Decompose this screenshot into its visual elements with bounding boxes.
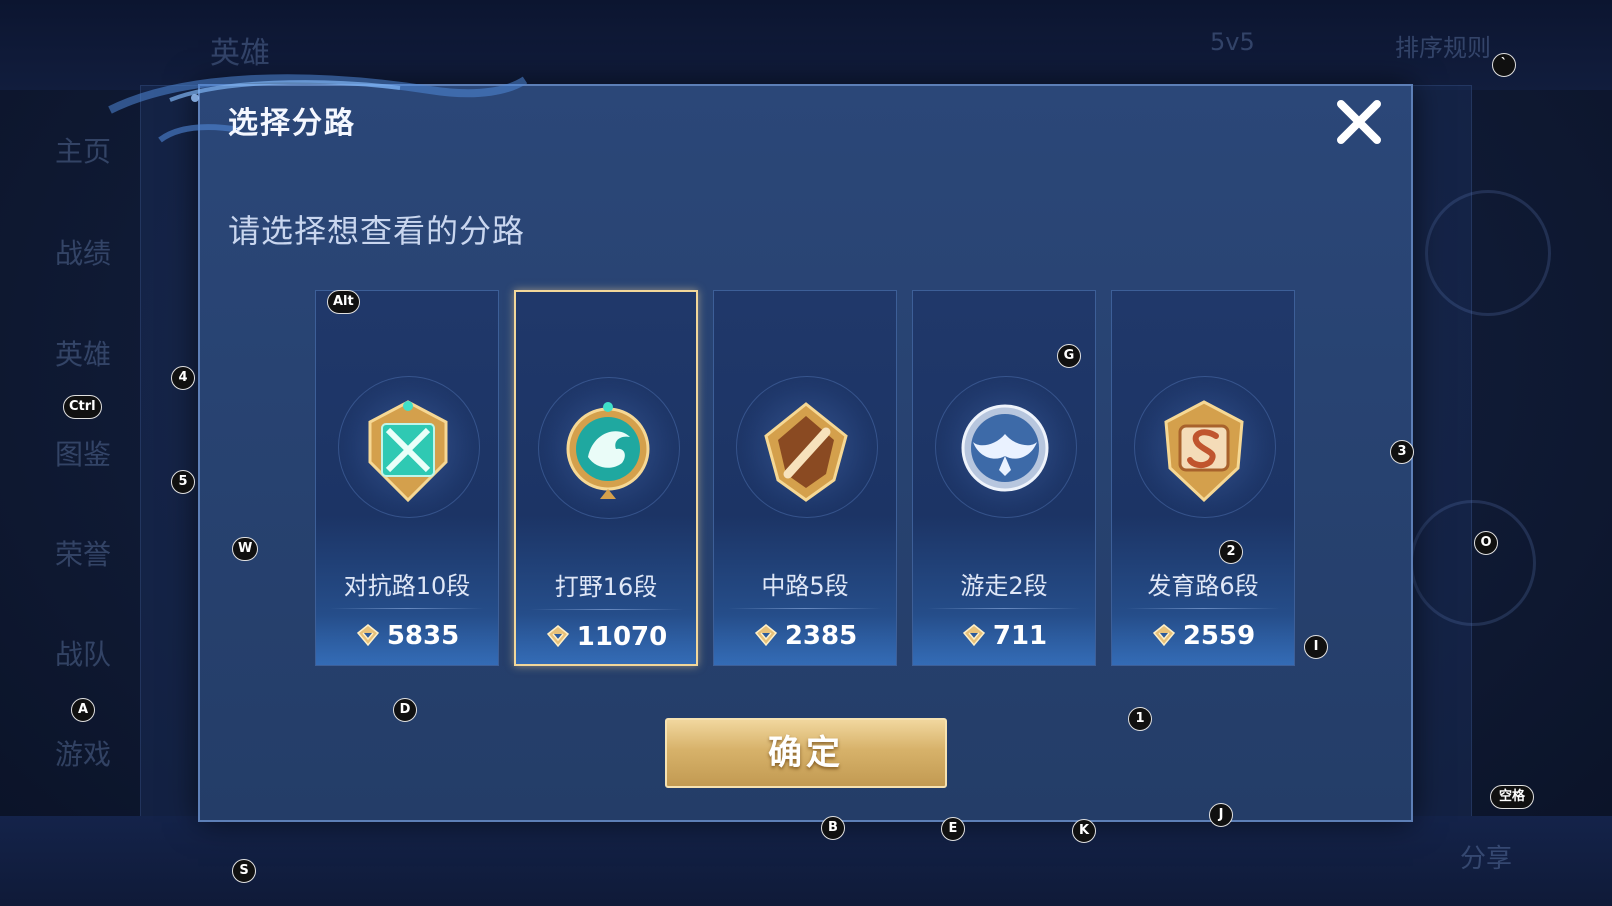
lane-score: 2385: [714, 621, 896, 651]
lane-card-jungle[interactable]: 打野16段 11070: [514, 290, 698, 666]
lane-card-mid[interactable]: 中路5段 2385: [713, 290, 897, 666]
bg-nav-item: 荣誉: [55, 538, 112, 571]
jungle-dragon-emblem-icon: [566, 402, 650, 499]
bg-nav-item: 战队: [55, 638, 112, 671]
lane-score-value: 2385: [784, 621, 858, 651]
card-divider: [1126, 608, 1280, 609]
score-gem-icon: [1152, 624, 1175, 647]
key-hint-k: K: [1072, 819, 1096, 843]
lane-score-value: 11070: [576, 622, 668, 652]
close-icon[interactable]: [1333, 96, 1385, 148]
dialog-subtitle: 请选择想查看的分路: [228, 212, 526, 250]
key-hint-d: D: [393, 698, 417, 722]
key-hint-5: 5: [171, 470, 195, 494]
card-divider: [728, 608, 882, 609]
key-hint-2: 2: [1219, 540, 1243, 564]
lane-score: 2559: [1112, 621, 1294, 651]
card-divider: [927, 608, 1081, 609]
roam-wings-emblem-icon: [961, 404, 1049, 492]
bg-nav-item: 战绩: [55, 237, 112, 270]
lane-name: 发育路6段: [1147, 572, 1259, 600]
key-hint-i: I: [1304, 635, 1328, 659]
farm-lane-emblem-icon: [1164, 400, 1244, 503]
confirm-button[interactable]: 确定: [665, 718, 947, 788]
bg-top-heroes: 英雄: [210, 36, 270, 71]
bg-emblem-icon: [1425, 190, 1551, 316]
lane-score-value: 5835: [386, 621, 460, 651]
key-hint-o: O: [1474, 531, 1498, 555]
lane-score: 711: [913, 621, 1095, 651]
key-hint-ctrl: Ctrl: [63, 395, 102, 419]
lane-name: 游走2段: [960, 572, 1048, 600]
score-gem-icon: [546, 625, 569, 648]
key-hint-space: 空格: [1490, 785, 1535, 809]
clash-lane-emblem-icon: [368, 400, 448, 503]
bg-nav-item: 游戏: [55, 738, 112, 771]
lane-score: 11070: [516, 622, 696, 652]
key-hint-3: 3: [1390, 440, 1414, 464]
card-divider: [530, 609, 684, 610]
key-hint-w: W: [232, 537, 259, 561]
lane-card-clash[interactable]: 对抗路10段 5835: [315, 290, 499, 666]
key-hint-e: E: [941, 817, 965, 841]
bg-top-mode: 5v5: [1210, 28, 1255, 56]
key-hint-j: J: [1209, 803, 1233, 827]
lane-score-value: 2559: [1182, 621, 1256, 651]
lane-name: 中路5段: [761, 572, 849, 600]
bg-nav-item: 英雄: [55, 338, 112, 371]
key-hint-a: A: [71, 698, 95, 722]
card-divider: [330, 608, 484, 609]
bg-nav-item: 图鉴: [55, 438, 112, 471]
key-hint-g: G: [1057, 344, 1081, 368]
key-hint-1: 1: [1128, 707, 1152, 731]
lane-name: 打野16段: [554, 573, 658, 601]
lane-card-farm[interactable]: 发育路6段 2559: [1111, 290, 1295, 666]
bg-top-sort: 排序规则: [1395, 34, 1491, 62]
key-hint-alt: Alt: [327, 290, 360, 314]
key-hint-backtick: `: [1492, 53, 1516, 77]
bg-emblem-icon: [1410, 500, 1536, 626]
lane-score-value: 711: [992, 621, 1048, 651]
lane-name: 对抗路10段: [343, 572, 471, 600]
score-gem-icon: [962, 624, 985, 647]
key-hint-4: 4: [171, 366, 195, 390]
dialog-title: 选择分路: [228, 106, 356, 141]
score-gem-icon: [754, 624, 777, 647]
lane-score: 5835: [316, 621, 498, 651]
key-hint-s: S: [232, 859, 256, 883]
score-gem-icon: [356, 624, 379, 647]
mid-lane-emblem-icon: [764, 402, 848, 502]
bg-share: 分享: [1460, 844, 1513, 874]
key-hint-b: B: [821, 816, 845, 840]
